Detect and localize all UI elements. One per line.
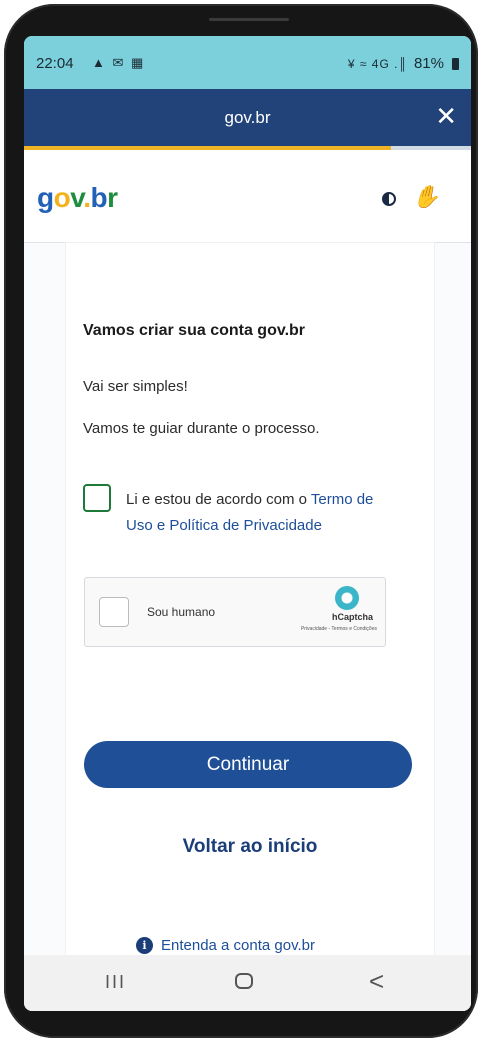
hcaptcha-logo-icon (335, 586, 359, 610)
govbr-header: gov.br ✋ (24, 150, 471, 243)
intro-line-2: Vamos te guiar durante o processo. (83, 420, 320, 437)
phone-speaker (209, 18, 289, 21)
continue-button[interactable]: Continuar (84, 741, 412, 788)
back-icon[interactable]: < (369, 966, 384, 997)
card-heading: Vamos criar sua conta gov.br (83, 322, 306, 339)
battery-percent: 81% (413, 55, 444, 72)
signup-card: Vamos criar sua conta gov.br Vai ser sim… (66, 243, 434, 955)
logo-letter: v (70, 182, 84, 213)
terms-label: Li e estou de acordo com o Termo de Uso … (126, 487, 386, 539)
info-icon: i (136, 937, 153, 954)
logo-letter: b (90, 182, 108, 213)
logo-letter: . (83, 182, 91, 213)
info-label: Entenda a conta gov.br (161, 937, 315, 954)
captcha-label: Sou humano (147, 605, 216, 619)
logo-letter: g (37, 182, 54, 213)
back-to-start-link[interactable]: Voltar ao início (66, 836, 434, 858)
info-link[interactable]: i Entenda a conta gov.br (136, 937, 315, 954)
battery-icon (452, 57, 459, 70)
signal-icons: ¥ ≈ 4G .║ (347, 56, 408, 71)
page-title: gov.br (224, 108, 271, 127)
contrast-icon[interactable] (382, 192, 396, 206)
status-bar: 22:04 ▲ ✉ ▦ ¥ ≈ 4G .║ 81% (24, 36, 471, 89)
app-titlebar: gov.br ✕ (24, 89, 471, 146)
notification-icons: ▲ ✉ ▦ (92, 55, 146, 70)
recent-apps-icon[interactable]: III (105, 972, 126, 993)
intro-line-1: Vai ser simples! (83, 378, 188, 395)
govbr-logo[interactable]: gov.br (37, 182, 118, 214)
captcha-checkbox[interactable] (99, 597, 129, 627)
phone-screen: 22:04 ▲ ✉ ▦ ¥ ≈ 4G .║ 81% gov.br ✕ gov.b… (24, 36, 471, 1011)
captcha-links[interactable]: Privacidade - Termos e Condições (301, 626, 377, 632)
captcha-brand: hCaptcha (331, 612, 373, 622)
close-icon[interactable]: ✕ (435, 102, 457, 130)
status-time: 22:04 (36, 55, 74, 72)
home-icon[interactable] (235, 973, 253, 989)
logo-letter: r (107, 182, 118, 213)
terms-checkbox[interactable] (83, 484, 111, 512)
main-content: Vamos criar sua conta gov.br Vai ser sim… (24, 243, 471, 955)
android-nav-bar: III < (24, 955, 471, 1011)
status-right: ¥ ≈ 4G .║ 81% (348, 55, 459, 72)
terms-prefix: Li e estou de acordo com o (126, 491, 307, 508)
libras-hand-icon[interactable]: ✋ (412, 184, 439, 210)
phone-frame: 22:04 ▲ ✉ ▦ ¥ ≈ 4G .║ 81% gov.br ✕ gov.b… (4, 4, 478, 1038)
hcaptcha-widget: Sou humano hCaptcha Privacidade - Termos… (84, 577, 386, 647)
logo-letter: o (53, 182, 71, 213)
